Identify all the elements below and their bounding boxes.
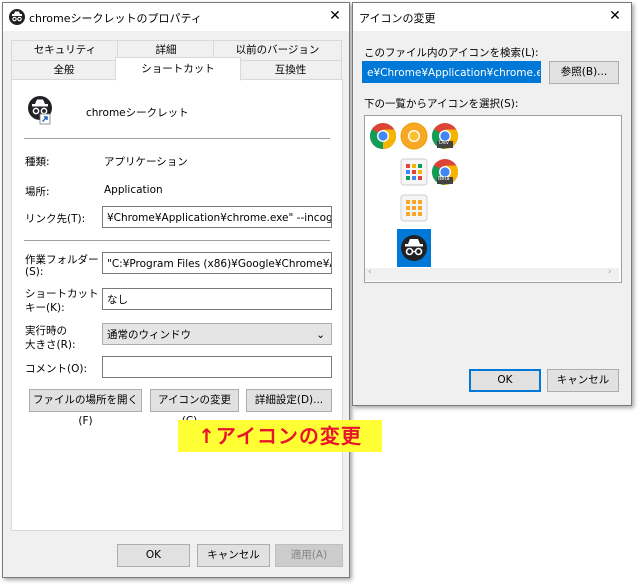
chrome-dev-icon[interactable]: Dev [431, 122, 459, 150]
list-label: 下の一覧からアイコンを選択(S): [364, 98, 519, 110]
location-label: 場所: [25, 186, 50, 198]
workdir-input[interactable]: "C:¥Program Files (x86)¥Google¥Chrome¥Ap… [102, 252, 332, 274]
window-title: chromeシークレットのプロパティ [29, 12, 202, 25]
divider [24, 240, 330, 241]
chrome-icon[interactable] [369, 122, 397, 150]
run-size-select[interactable]: 通常のウィンドウ ⌄ [102, 323, 332, 345]
browse-button[interactable]: 参照(B)... [549, 61, 619, 84]
search-label: このファイル内のアイコンを検索(L): [364, 47, 539, 59]
cancel-button[interactable]: キャンセル [197, 544, 270, 567]
apps-grid-icon[interactable] [400, 158, 428, 186]
dev-badge: Dev [439, 140, 449, 146]
shortcut-panel: chromeシークレット 種類: アプリケーション 場所: Applicatio… [11, 79, 343, 531]
run-label: 実行時の [25, 325, 67, 337]
target-input[interactable]: ¥Chrome¥Application¥chrome.exe" --incogn… [102, 206, 332, 228]
close-icon[interactable]: ✕ [605, 8, 625, 24]
properties-dialog: chromeシークレットのプロパティ ✕ セキュリティ 詳細 以前のバージョン … [2, 2, 350, 578]
tab-shortcut[interactable]: ショートカット [115, 57, 241, 81]
close-icon[interactable]: ✕ [325, 8, 345, 24]
annotation-label: ↑アイコンの変更 [178, 420, 382, 452]
location-value: Application [104, 184, 163, 196]
app-incognito-icon [26, 94, 58, 126]
advanced-button[interactable]: 詳細設定(D)... [246, 389, 332, 412]
incognito-icon [9, 9, 25, 25]
target-label: リンク先(T): [25, 213, 86, 225]
beta-badge: Beta [438, 176, 450, 182]
scroll-left-icon[interactable]: ‹ [368, 267, 372, 277]
tab-security[interactable]: セキュリティ [11, 40, 119, 61]
chevron-down-icon: ⌄ [316, 329, 325, 341]
comment-label: コメント(O): [25, 363, 87, 375]
chrome-canary-icon[interactable] [400, 122, 428, 150]
dialog-title: アイコンの変更 [359, 12, 436, 25]
app-name: chromeシークレット [86, 107, 189, 119]
open-file-location-button[interactable]: ファイルの場所を開く(F) [29, 389, 142, 427]
scroll-right-icon[interactable]: › [608, 267, 612, 277]
cancel-button[interactable]: キャンセル [547, 369, 619, 392]
run-label-key: 大きさ(R): [25, 339, 76, 351]
apply-button[interactable]: 適用(A) [275, 544, 343, 567]
comment-input[interactable] [102, 356, 332, 378]
run-size-value: 通常のウィンドウ [107, 329, 191, 341]
type-label: 種類: [25, 156, 50, 168]
ok-button[interactable]: OK [117, 544, 190, 567]
change-icon-dialog: アイコンの変更 ✕ このファイル内のアイコンを検索(L): e¥Chrome¥A… [352, 2, 632, 406]
apps-grid-yellow-icon[interactable] [400, 194, 428, 222]
chrome-beta-icon[interactable]: Beta [431, 158, 459, 186]
incognito-icon[interactable] [397, 229, 431, 267]
divider [24, 138, 330, 139]
tab-compatibility[interactable]: 互換性 [239, 60, 342, 81]
ok-button[interactable]: OK [469, 369, 541, 392]
change-icon-button[interactable]: アイコンの変更(C)... [150, 389, 239, 427]
type-value: アプリケーション [104, 156, 188, 168]
horizontal-scrollbar[interactable]: ‹ › [365, 267, 619, 281]
shortcut-key-input[interactable]: なし [102, 288, 332, 310]
workdir-label: 作業フォルダー [25, 254, 99, 266]
workdir-label-key: (S): [25, 266, 44, 278]
tab-general[interactable]: 全般 [11, 60, 117, 81]
shortcut-key-label: ショートカット [25, 288, 99, 300]
shortcut-key-label-key: キー(K): [25, 302, 65, 314]
icon-list: Dev Beta ‹ › [364, 115, 622, 283]
icon-path-input[interactable]: e¥Chrome¥Application¥chrome.exe [362, 61, 541, 83]
